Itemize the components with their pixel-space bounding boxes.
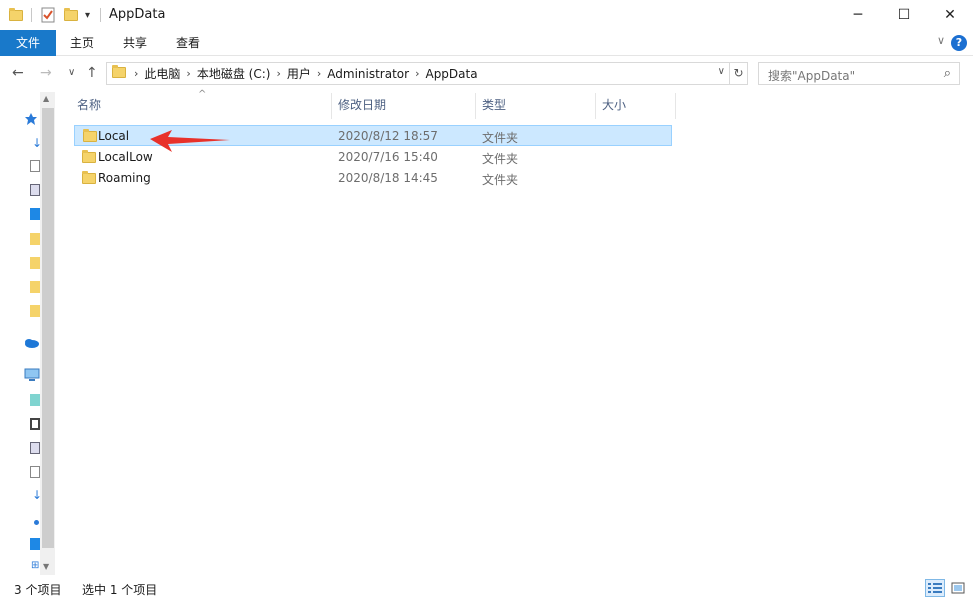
file-modified: 2020/8/12 18:57 [338,129,438,143]
column-header: ^ 名称 修改日期 类型 大小 [60,89,680,119]
pictures-icon[interactable] [30,442,40,454]
folder-icon [82,150,96,163]
videos-icon[interactable] [30,418,40,430]
search-placeholder: 搜索"AppData" [768,69,856,83]
folder-icon [9,6,23,24]
column-modified[interactable]: 修改日期 [332,93,476,119]
file-name: Local [98,129,130,143]
folder-icon [83,129,97,142]
chevron-right-icon[interactable]: › [415,67,419,80]
breadcrumb-appdata[interactable]: AppData [425,67,477,81]
customize-toolbar-icon[interactable]: ▾ [85,6,90,24]
chevron-right-icon[interactable]: › [317,67,321,80]
divider [31,8,32,22]
column-type[interactable]: 类型 [476,93,596,119]
this-pc-icon[interactable] [24,368,40,382]
item-count: 3 个项目 [14,583,62,597]
nav-scrollbar-thumb[interactable] [42,108,54,548]
back-icon[interactable]: ← [12,65,24,81]
pictures-icon[interactable] [30,184,40,196]
breadcrumb-users[interactable]: 用户 [287,65,311,82]
maximize-button[interactable]: ☐ [881,0,927,30]
search-input[interactable]: 搜索"AppData" ⌕ [758,62,960,85]
file-type: 文件夹 [482,131,519,145]
chevron-right-icon[interactable]: › [134,67,138,80]
properties-icon[interactable] [41,6,55,24]
window-title: AppData [109,7,166,22]
close-button[interactable]: ✕ [927,0,973,30]
refresh-button[interactable]: ↻ [730,62,748,85]
annotation-arrow [150,130,230,152]
new-folder-icon[interactable] [64,6,78,24]
document-icon[interactable] [30,466,40,478]
3d-objects-icon[interactable] [30,394,40,406]
column-size[interactable]: 大小 [596,93,676,119]
address-bar[interactable]: › 此电脑 › 本地磁盘 (C:) › 用户 › Administrator ›… [106,62,730,85]
scroll-down-icon[interactable]: ▼ [43,562,49,571]
minimize-button[interactable]: ─ [835,0,881,30]
breadcrumb-local-disk[interactable]: 本地磁盘 (C:) [197,65,271,82]
tab-file[interactable]: 文件 [0,30,56,56]
folder-icon[interactable] [30,281,40,293]
address-dropdown-icon[interactable]: ∨ [718,66,725,77]
title-bar: ▾ AppData ─ ☐ ✕ [0,0,973,30]
folder-icon[interactable] [30,233,40,245]
onedrive-icon[interactable] [23,338,39,348]
table-row[interactable]: Roaming 2020/8/18 14:45 文件夹 [74,168,672,189]
large-icons-view-button[interactable] [948,579,968,597]
navigation-pane: ↓ ↓ ⊞ ▲ ▼ [0,90,56,575]
folder-icon [82,171,96,184]
breadcrumb-this-pc[interactable]: 此电脑 [144,65,180,82]
music-icon[interactable] [34,520,39,525]
desktop-icon[interactable] [30,538,40,550]
file-type: 文件夹 [482,152,519,166]
column-name[interactable]: 名称 [71,93,332,119]
chevron-right-icon[interactable]: › [186,67,190,80]
document-icon[interactable] [30,160,40,172]
file-list: ^ 名称 修改日期 类型 大小 Local 2020/8/12 18:57 文件… [60,89,973,575]
scroll-up-icon[interactable]: ▲ [43,94,49,103]
tab-view[interactable]: 查看 [164,30,212,56]
recent-locations-icon[interactable]: ∨ [68,67,75,78]
folder-icon [112,64,126,81]
selected-count: 选中 1 个项目 [82,583,158,597]
folder-icon[interactable] [30,305,40,317]
ribbon: 文件 主页 共享 查看 ∨ ? [0,30,973,56]
up-icon[interactable]: ↑ [86,65,98,81]
tab-share[interactable]: 共享 [111,30,159,56]
tab-home[interactable]: 主页 [58,30,106,56]
file-name: LocalLow [98,150,153,164]
search-icon[interactable]: ⌕ [944,66,951,81]
breadcrumb-administrator[interactable]: Administrator [327,67,409,81]
status-bar: 3 个项目 选中 1 个项目 [0,575,973,600]
details-view-button[interactable] [925,579,945,597]
navigation-bar: ← → ∨ ↑ › 此电脑 › 本地磁盘 (C:) › 用户 › Adminis… [0,57,973,90]
forward-icon[interactable]: → [40,65,52,81]
file-modified: 2020/7/16 15:40 [338,150,438,164]
desktop-icon[interactable] [30,208,40,220]
file-type: 文件夹 [482,173,519,187]
quick-access-icon[interactable] [24,112,38,126]
file-modified: 2020/8/18 14:45 [338,171,438,185]
folder-icon[interactable] [30,257,40,269]
help-icon[interactable]: ? [951,35,967,51]
file-name: Roaming [98,171,151,185]
divider [100,8,101,22]
chevron-right-icon[interactable]: › [276,67,280,80]
collapse-ribbon-icon[interactable]: ∨ [937,34,945,47]
